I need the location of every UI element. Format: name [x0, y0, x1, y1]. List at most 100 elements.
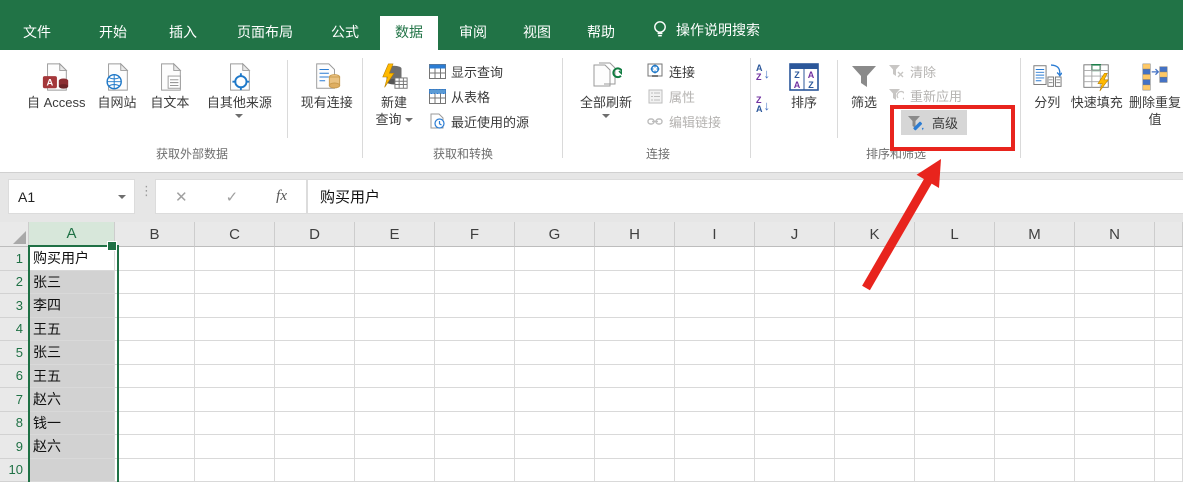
column-header-H[interactable]: H [595, 222, 675, 247]
sort-descending-button[interactable]: ZA↓ [756, 96, 770, 114]
cell-J7[interactable] [755, 388, 835, 412]
cell-H3[interactable] [595, 294, 675, 318]
column-header-F[interactable]: F [435, 222, 515, 247]
cell-E3[interactable] [355, 294, 435, 318]
cell-partial-9[interactable] [1155, 435, 1183, 459]
column-header-A[interactable]: A [29, 222, 115, 247]
cell-M5[interactable] [995, 341, 1075, 365]
cell-A6[interactable]: 王五 [29, 365, 115, 389]
cell-A2[interactable]: 张三 [29, 271, 115, 295]
cell-F9[interactable] [435, 435, 515, 459]
cell-G6[interactable] [515, 365, 595, 389]
cell-B10[interactable] [115, 459, 195, 482]
cell-H10[interactable] [595, 459, 675, 482]
sort-button[interactable]: ZAAZ 排序 [776, 56, 832, 111]
cell-partial-7[interactable] [1155, 388, 1183, 412]
tab-insert[interactable]: 插入 [154, 16, 212, 50]
cell-K4[interactable] [835, 318, 915, 342]
properties-button[interactable]: 属性 [646, 87, 721, 105]
cell-C5[interactable] [195, 341, 275, 365]
cell-M9[interactable] [995, 435, 1075, 459]
column-header-D[interactable]: D [275, 222, 355, 247]
cell-partial-2[interactable] [1155, 271, 1183, 295]
refresh-all-button[interactable]: ⟳ 全部刷新 [572, 56, 640, 118]
from-table-button[interactable]: 从表格 [428, 87, 529, 105]
from-access-button[interactable]: A 自 Access [22, 56, 91, 111]
insert-function-icon[interactable]: fx [276, 188, 287, 205]
cell-N3[interactable] [1075, 294, 1155, 318]
tab-data[interactable]: 数据 [380, 16, 438, 50]
tab-help[interactable]: 帮助 [572, 16, 630, 50]
cell-I7[interactable] [675, 388, 755, 412]
cell-F10[interactable] [435, 459, 515, 482]
column-header-I[interactable]: I [675, 222, 755, 247]
cell-E4[interactable] [355, 318, 435, 342]
advanced-filter-button[interactable]: 高级 [901, 110, 967, 135]
cell-K2[interactable] [835, 271, 915, 295]
cell-E5[interactable] [355, 341, 435, 365]
cell-D9[interactable] [275, 435, 355, 459]
cell-E8[interactable] [355, 412, 435, 436]
show-queries-button[interactable]: 显示查询 [428, 62, 529, 80]
column-header-C[interactable]: C [195, 222, 275, 247]
cell-C8[interactable] [195, 412, 275, 436]
tab-file[interactable]: 文件 [8, 16, 66, 50]
cell-partial-8[interactable] [1155, 412, 1183, 436]
from-text-button[interactable]: 自文本 [143, 56, 196, 111]
cell-H6[interactable] [595, 365, 675, 389]
name-box-caret-icon[interactable] [118, 195, 126, 199]
column-header-partial[interactable] [1155, 222, 1183, 247]
cell-K10[interactable] [835, 459, 915, 482]
edit-links-button[interactable]: 编辑链接 [646, 112, 721, 130]
cell-G2[interactable] [515, 271, 595, 295]
cell-D6[interactable] [275, 365, 355, 389]
cell-partial-3[interactable] [1155, 294, 1183, 318]
connections-button[interactable]: 连接 [646, 62, 721, 80]
cell-N5[interactable] [1075, 341, 1155, 365]
select-all-corner[interactable] [0, 222, 29, 247]
column-header-M[interactable]: M [995, 222, 1075, 247]
cell-D3[interactable] [275, 294, 355, 318]
column-header-J[interactable]: J [755, 222, 835, 247]
cell-E10[interactable] [355, 459, 435, 482]
cell-H7[interactable] [595, 388, 675, 412]
cell-L5[interactable] [915, 341, 995, 365]
cell-G8[interactable] [515, 412, 595, 436]
cell-A10[interactable] [29, 459, 115, 482]
cell-J3[interactable] [755, 294, 835, 318]
cell-D8[interactable] [275, 412, 355, 436]
from-web-button[interactable]: 自网站 [91, 56, 144, 111]
cell-D2[interactable] [275, 271, 355, 295]
cell-C6[interactable] [195, 365, 275, 389]
existing-connections-button[interactable]: 现有连接 [292, 56, 363, 111]
cell-E1[interactable] [355, 247, 435, 271]
column-header-B[interactable]: B [115, 222, 195, 247]
row-header-8[interactable]: 8 [0, 412, 29, 436]
cell-K6[interactable] [835, 365, 915, 389]
cell-G7[interactable] [515, 388, 595, 412]
row-header-6[interactable]: 6 [0, 365, 29, 389]
tell-me-search[interactable]: 操作说明搜索 [652, 20, 760, 50]
cell-C7[interactable] [195, 388, 275, 412]
cell-L3[interactable] [915, 294, 995, 318]
cell-F4[interactable] [435, 318, 515, 342]
cell-I10[interactable] [675, 459, 755, 482]
cell-A9[interactable]: 赵六 [29, 435, 115, 459]
cell-partial-4[interactable] [1155, 318, 1183, 342]
cell-K8[interactable] [835, 412, 915, 436]
cell-N4[interactable] [1075, 318, 1155, 342]
tab-home[interactable]: 开始 [84, 16, 142, 50]
cell-G10[interactable] [515, 459, 595, 482]
cell-J1[interactable] [755, 247, 835, 271]
row-header-1[interactable]: 1 [0, 247, 29, 271]
tab-page-layout[interactable]: 页面布局 [222, 16, 308, 50]
cell-K1[interactable] [835, 247, 915, 271]
cell-C3[interactable] [195, 294, 275, 318]
row-header-9[interactable]: 9 [0, 435, 29, 459]
formula-input[interactable]: 购买用户 [307, 179, 1183, 214]
cell-partial-10[interactable] [1155, 459, 1183, 482]
cell-H8[interactable] [595, 412, 675, 436]
cell-N8[interactable] [1075, 412, 1155, 436]
cell-K7[interactable] [835, 388, 915, 412]
tab-formulas[interactable]: 公式 [316, 16, 374, 50]
